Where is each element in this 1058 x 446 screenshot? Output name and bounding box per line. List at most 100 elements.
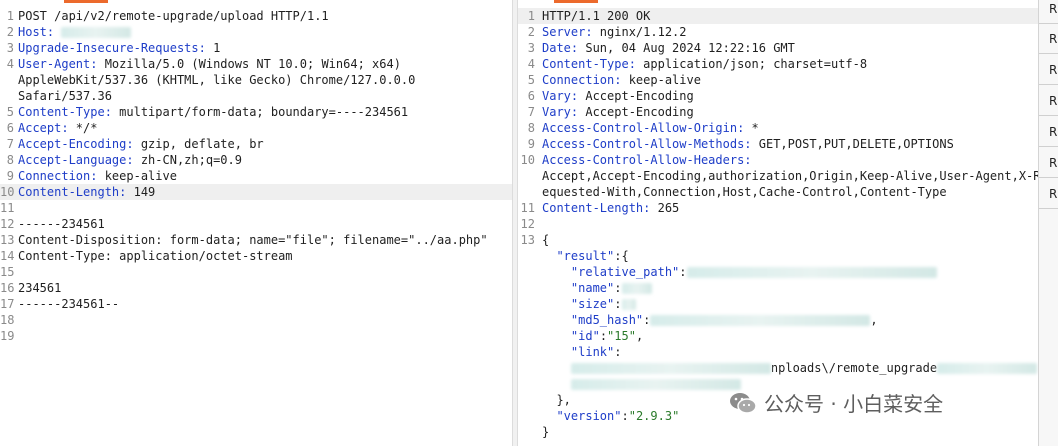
request-line[interactable]: 8 Accept-Language: zh-CN,zh;q=0.9: [0, 152, 512, 168]
line-number: 12: [0, 217, 15, 231]
response-line[interactable]: 6 Vary: Accept-Encoding: [518, 88, 1038, 104]
json-key: "link": [570, 345, 615, 359]
side-row[interactable]: R: [1039, 0, 1058, 24]
response-line[interactable]: 8 Access-Control-Allow-Origin: *: [518, 120, 1038, 136]
response-line[interactable]: "md5_hash":,: [518, 312, 1038, 328]
request-line[interactable]: 3 Upgrade-Insecure-Requests: 1: [0, 40, 512, 56]
request-line[interactable]: 17 ------234561--: [0, 296, 512, 312]
response-line[interactable]: 13 {: [518, 232, 1038, 248]
text-segment: Accept,Accept-Encoding,authorization,Ori…: [542, 169, 1038, 183]
line-text: Server: nginx/1.12.2: [542, 24, 687, 40]
side-row[interactable]: R: [1039, 86, 1058, 116]
request-line[interactable]: 18: [0, 312, 512, 328]
line-text: "link":: [542, 344, 622, 360]
json-value: "2.9.3": [628, 409, 680, 423]
response-line[interactable]: 2 Server: nginx/1.12.2: [518, 24, 1038, 40]
response-line[interactable]: 11 Content-Length: 265: [518, 200, 1038, 216]
text-segment: :: [621, 409, 629, 423]
response-line[interactable]: 7 Vary: Accept-Encoding: [518, 104, 1038, 120]
response-line[interactable]: 4 Content-Type: application/json; charset…: [518, 56, 1038, 72]
request-line[interactable]: 1 POST /api/v2/remote-upgrade/upload HTTP…: [0, 8, 512, 24]
response-line[interactable]: "link":: [518, 344, 1038, 360]
text-segment: {: [542, 233, 550, 247]
request-line[interactable]: 2 Host:: [0, 24, 512, 40]
response-line[interactable]: nploads\/remote_upgrade: [518, 360, 1038, 376]
line-number: 4: [6, 57, 14, 71]
request-line[interactable]: 19: [0, 328, 512, 344]
response-line[interactable]: 10 Access-Control-Allow-Headers:: [518, 152, 1038, 168]
line-text: Host:: [18, 24, 132, 40]
line-number: 15: [0, 265, 15, 279]
response-line[interactable]: "id":"15",: [518, 328, 1038, 344]
redacted-value: [650, 315, 871, 326]
response-line[interactable]: "relative_path":: [518, 264, 1038, 280]
line-number: 7: [6, 137, 14, 151]
header-name: Content-Length:: [18, 185, 127, 199]
text-segment: keep-alive: [621, 73, 701, 87]
response-line[interactable]: Accept,Accept-Encoding,authorization,Ori…: [518, 168, 1038, 184]
text-segment: 265: [650, 201, 680, 215]
response-line[interactable]: 3 Date: Sun, 04 Aug 2024 12:22:16 GMT: [518, 40, 1038, 56]
request-line[interactable]: Safari/537.36: [0, 88, 512, 104]
request-line[interactable]: 10 Content-Length: 149: [0, 184, 512, 200]
line-number: 13: [520, 233, 535, 247]
side-row[interactable]: R: [1039, 55, 1058, 85]
request-line[interactable]: 4 User-Agent: Mozilla/5.0 (Windows NT 10.…: [0, 56, 512, 72]
response-line[interactable]: "name":: [518, 280, 1038, 296]
line-text: "size":: [542, 296, 636, 312]
request-line[interactable]: 9 Connection: keep-alive: [0, 168, 512, 184]
request-line[interactable]: 5 Content-Type: multipart/form-data; boun…: [0, 104, 512, 120]
line-text: Content-Length: 149: [18, 184, 155, 200]
line-text: AppleWebKit/537.36 (KHTML, like Gecko) C…: [18, 72, 415, 88]
request-line[interactable]: 6 Accept: */*: [0, 120, 512, 136]
line-text: HTTP/1.1 200 OK: [542, 8, 650, 24]
request-line[interactable]: 15: [0, 264, 512, 280]
response-line[interactable]: "size":: [518, 296, 1038, 312]
text-segment: }: [542, 425, 550, 439]
header-name: Content-Type:: [18, 105, 112, 119]
line-number: 6: [527, 89, 535, 103]
line-number: 5: [6, 105, 14, 119]
redacted-value: [937, 363, 1038, 374]
text-segment: Accept-Encoding: [578, 89, 694, 103]
request-line[interactable]: AppleWebKit/537.36 (KHTML, like Gecko) C…: [0, 72, 512, 88]
text-segment: AppleWebKit/537.36 (KHTML, like Gecko) C…: [18, 73, 416, 87]
line-number: 16: [0, 281, 15, 295]
response-editor[interactable]: 1 HTTP/1.1 200 OK 2 Server: nginx/1.12.2 3 Da…: [518, 0, 1038, 446]
line-text: equested-With,Connection,Host,Cache-Cont…: [542, 184, 947, 200]
request-editor[interactable]: 1 POST /api/v2/remote-upgrade/upload HTTP…: [0, 0, 512, 446]
text-segment: POST /api/v2/remote-upgrade/upload HTTP/…: [18, 9, 329, 23]
request-line[interactable]: 7 Accept-Encoding: gzip, deflate, br: [0, 136, 512, 152]
request-line[interactable]: 11: [0, 200, 512, 216]
line-text: "id":"15",: [542, 328, 643, 344]
side-row[interactable]: R: [1039, 117, 1058, 147]
response-line[interactable]: 9 Access-Control-Allow-Methods: GET,POST,…: [518, 136, 1038, 152]
side-row[interactable]: R: [1039, 148, 1058, 178]
response-line[interactable]: equested-With,Connection,Host,Cache-Cont…: [518, 184, 1038, 200]
line-number: 17: [0, 297, 15, 311]
text-segment: [542, 345, 571, 359]
response-line[interactable]: 1 HTTP/1.1 200 OK: [518, 8, 1038, 24]
request-line[interactable]: 13 Content-Disposition: form-data; name="…: [0, 232, 512, 248]
header-name: Upgrade-Insecure-Requests:: [18, 41, 206, 55]
response-line[interactable]: 5 Connection: keep-alive: [518, 72, 1038, 88]
response-line[interactable]: 12: [518, 216, 1038, 232]
response-line[interactable]: "result":{: [518, 248, 1038, 264]
line-text: Content-Type: application/octet-stream: [18, 248, 293, 264]
side-row[interactable]: R: [1039, 24, 1058, 54]
line-number: 7: [527, 105, 535, 119]
request-line[interactable]: 14 Content-Type: application/octet-stream: [0, 248, 512, 264]
line-text: Content-Disposition: form-data; name="fi…: [18, 232, 488, 248]
request-line[interactable]: 16 234561: [0, 280, 512, 296]
request-line[interactable]: 12 ------234561: [0, 216, 512, 232]
side-row[interactable]: R: [1039, 179, 1058, 209]
text-segment: :: [614, 297, 622, 311]
line-text: Accept,Accept-Encoding,authorization,Ori…: [542, 168, 1038, 184]
json-key: "version": [556, 409, 622, 423]
response-line[interactable]: }: [518, 424, 1038, 440]
text-segment: :: [614, 345, 622, 359]
text-segment: },: [542, 393, 571, 407]
line-text: }: [542, 424, 549, 440]
text-segment: :: [614, 281, 622, 295]
header-name: Accept-Encoding:: [18, 137, 134, 151]
